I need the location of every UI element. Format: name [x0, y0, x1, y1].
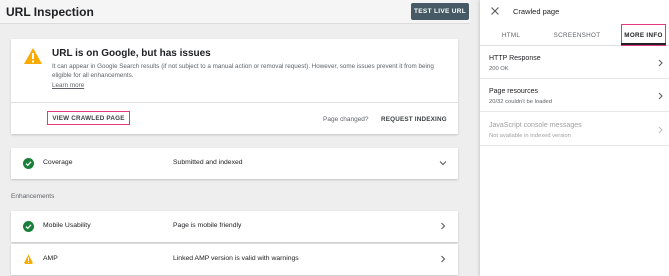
coverage-label: Coverage: [43, 159, 73, 166]
mobile-usability-value: Page is mobile friendly: [173, 222, 242, 229]
check-icon: [23, 221, 34, 232]
amp-label: AMP: [43, 255, 58, 262]
tab-html[interactable]: HTML: [486, 24, 536, 46]
http-response-item[interactable]: HTTP Response 200 OK: [480, 47, 669, 79]
status-title: URL is on Google, but has issues: [52, 48, 211, 59]
request-indexing-button[interactable]: REQUEST INDEXING: [381, 116, 447, 123]
check-icon: [23, 158, 34, 169]
test-live-url-button[interactable]: TEST LIVE URL: [411, 3, 469, 20]
active-tab-indicator: [621, 43, 666, 45]
coverage-value: Submitted and indexed: [173, 159, 243, 166]
chevron-right-icon: [658, 126, 663, 134]
amp-row[interactable]: AMP Linked AMP version is valid with war…: [11, 244, 458, 275]
learn-more-link[interactable]: Learn more: [52, 82, 84, 89]
panel-title: Crawled page: [513, 7, 560, 16]
chevron-right-icon: [658, 59, 663, 67]
enhancements-heading: Enhancements: [11, 193, 55, 200]
view-crawled-page-button[interactable]: VIEW CRAWLED PAGE: [47, 111, 130, 125]
index-status-card: URL is on Google, but has issues It can …: [11, 39, 458, 134]
chevron-right-icon: [658, 92, 663, 100]
tab-screenshot[interactable]: SCREENSHOT: [542, 24, 612, 46]
page-title: URL Inspection: [6, 5, 94, 19]
http-response-label: HTTP Response: [489, 55, 541, 62]
warning-icon: [24, 48, 42, 64]
javascript-console-item: JavaScript console messages Not availabl…: [480, 114, 669, 146]
page-resources-value: 20/32 couldn't be loaded: [489, 99, 552, 105]
page-changed-label: Page changed?: [323, 116, 369, 123]
amp-value: Linked AMP version is valid with warning…: [173, 255, 299, 262]
mobile-usability-label: Mobile Usability: [43, 222, 91, 229]
chevron-right-icon[interactable]: [438, 221, 448, 231]
crawled-page-panel: Crawled page HTML SCREENSHOT MORE INFO H…: [480, 0, 669, 276]
close-icon[interactable]: [490, 6, 500, 16]
top-bar: URL Inspection TEST LIVE URL: [0, 0, 470, 24]
chevron-down-icon[interactable]: [438, 158, 448, 168]
javascript-console-value: Not available in indexed version: [489, 133, 571, 139]
http-response-value: 200 OK: [489, 66, 509, 72]
page-resources-label: Page resources: [489, 88, 539, 95]
page-resources-item[interactable]: Page resources 20/32 couldn't be loaded: [480, 80, 669, 112]
chevron-right-icon[interactable]: [438, 254, 448, 264]
status-description: It can appear in Google Search results (…: [52, 63, 434, 79]
coverage-row[interactable]: Coverage Submitted and indexed: [11, 148, 458, 179]
javascript-console-label: JavaScript console messages: [489, 122, 582, 129]
mobile-usability-row[interactable]: Mobile Usability Page is mobile friendly: [11, 211, 458, 242]
inspection-main-panel: URL Inspection TEST LIVE URL URL is on G…: [0, 0, 470, 276]
warning-icon: [23, 254, 34, 264]
divider: [11, 102, 458, 103]
